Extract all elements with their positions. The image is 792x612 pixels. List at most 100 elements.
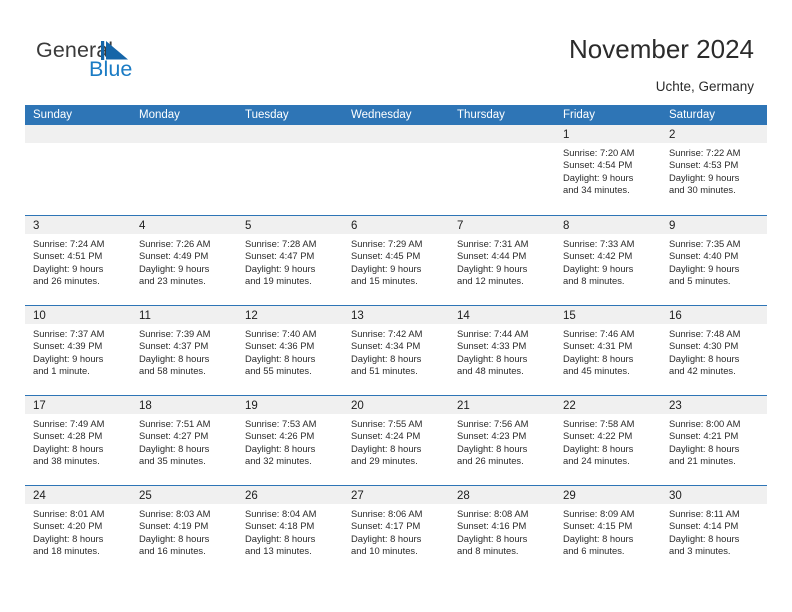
day-info-line: Daylight: 9 hours — [351, 262, 422, 274]
day-number: 17 — [33, 400, 46, 412]
calendar-day-cell[interactable]: 23 Sunrise: 8:00 AM Sunset: 4:21 PM Dayligh… — [661, 396, 767, 485]
calendar-day-cell[interactable]: 20 Sunrise: 7:55 AM Sunset: 4:24 PM Dayligh… — [343, 396, 449, 485]
day-number-strip: 14 — [449, 306, 555, 324]
day-info-line: Sunrise: 7:56 AM — [457, 418, 529, 429]
day-number-strip: 24 — [25, 486, 131, 504]
day-info-line: Sunset: 4:26 PM — [245, 430, 315, 442]
calendar-day-cell[interactable]: 29 Sunrise: 8:09 AM Sunset: 4:15 PM Dayligh… — [555, 486, 661, 575]
calendar-day-cell[interactable]: 19 Sunrise: 7:53 AM Sunset: 4:26 PM Dayligh… — [237, 396, 343, 485]
calendar-day-cell[interactable]: 11 Sunrise: 7:39 AM Sunset: 4:37 PM Dayligh… — [131, 306, 237, 395]
calendar-day-cell[interactable]: 13 Sunrise: 7:42 AM Sunset: 4:34 PM Dayligh… — [343, 306, 449, 395]
day-number-strip — [25, 125, 131, 143]
day-info-line: Sunset: 4:42 PM — [563, 250, 633, 262]
day-number-strip: 26 — [237, 486, 343, 504]
calendar-day-cell[interactable]: 24 Sunrise: 8:01 AM Sunset: 4:20 PM Dayligh… — [25, 486, 131, 575]
day-sun-info: Sunrise: 7:20 AM Sunset: 4:54 PM Daylight:… — [555, 143, 661, 197]
day-sun-info: Sunrise: 8:09 AM Sunset: 4:15 PM Daylight:… — [555, 504, 661, 558]
calendar-day-cell[interactable]: 26 Sunrise: 8:04 AM Sunset: 4:18 PM Dayligh… — [237, 486, 343, 575]
day-info-line: and 42 minutes. — [669, 365, 736, 377]
day-info-line: and 23 minutes. — [139, 275, 206, 287]
day-number-strip: 30 — [661, 486, 767, 504]
calendar-day-cell[interactable]: 25 Sunrise: 8:03 AM Sunset: 4:19 PM Dayligh… — [131, 486, 237, 575]
day-info-line: Sunrise: 7:58 AM — [563, 418, 635, 429]
day-info-line: Sunrise: 7:42 AM — [351, 328, 423, 339]
day-info-line: Sunrise: 8:06 AM — [351, 508, 423, 519]
calendar-day-cell[interactable]: 12 Sunrise: 7:40 AM Sunset: 4:36 PM Dayligh… — [237, 306, 343, 395]
day-number: 28 — [457, 490, 470, 502]
day-number-strip: 25 — [131, 486, 237, 504]
calendar-day-cell[interactable]: 3 Sunrise: 7:24 AM Sunset: 4:51 PM Daylight… — [25, 216, 131, 305]
day-info-line: Daylight: 8 hours — [351, 532, 422, 544]
day-info-line: Daylight: 8 hours — [457, 442, 528, 454]
day-info-line: Sunrise: 7:39 AM — [139, 328, 211, 339]
calendar-day-cell[interactable]: 21 Sunrise: 7:56 AM Sunset: 4:23 PM Dayligh… — [449, 396, 555, 485]
brand-logo[interactable]: General Blue — [36, 38, 236, 94]
day-info-line: Daylight: 8 hours — [669, 532, 740, 544]
calendar-day-cell[interactable]: 15 Sunrise: 7:46 AM Sunset: 4:31 PM Dayligh… — [555, 306, 661, 395]
calendar-day-cell[interactable]: 27 Sunrise: 8:06 AM Sunset: 4:17 PM Dayligh… — [343, 486, 449, 575]
day-info-line: Daylight: 9 hours — [457, 262, 528, 274]
day-sun-info — [131, 143, 237, 147]
day-sun-info: Sunrise: 7:51 AM Sunset: 4:27 PM Daylight:… — [131, 414, 237, 468]
calendar-day-cell[interactable]: 30 Sunrise: 8:11 AM Sunset: 4:14 PM Dayligh… — [661, 486, 767, 575]
day-info-line: Daylight: 9 hours — [563, 171, 634, 183]
day-info-line: Sunrise: 7:49 AM — [33, 418, 105, 429]
day-info-line: and 8 minutes. — [457, 545, 519, 557]
day-sun-info: Sunrise: 7:24 AM Sunset: 4:51 PM Daylight:… — [25, 234, 131, 288]
day-sun-info: Sunrise: 7:48 AM Sunset: 4:30 PM Daylight:… — [661, 324, 767, 378]
day-info-line: Sunset: 4:28 PM — [33, 430, 103, 442]
day-info-line: and 5 minutes. — [669, 275, 731, 287]
day-number-strip — [343, 125, 449, 143]
day-sun-info: Sunrise: 7:31 AM Sunset: 4:44 PM Daylight:… — [449, 234, 555, 288]
day-info-line: Sunrise: 7:33 AM — [563, 238, 635, 249]
day-info-line: Sunrise: 7:28 AM — [245, 238, 317, 249]
calendar-day-cell[interactable]: 22 Sunrise: 7:58 AM Sunset: 4:22 PM Dayligh… — [555, 396, 661, 485]
calendar-day-cell[interactable]: 1 Sunrise: 7:20 AM Sunset: 4:54 PM Daylight… — [555, 125, 661, 215]
calendar-day-cell[interactable]: 7 Sunrise: 7:31 AM Sunset: 4:44 PM Daylight… — [449, 216, 555, 305]
calendar-day-cell[interactable]: 4 Sunrise: 7:26 AM Sunset: 4:49 PM Daylight… — [131, 216, 237, 305]
day-info-line: Daylight: 8 hours — [563, 442, 634, 454]
day-number-strip: 22 — [555, 396, 661, 414]
day-number: 21 — [457, 400, 470, 412]
day-info-line: Daylight: 8 hours — [245, 442, 316, 454]
day-number: 7 — [457, 220, 464, 232]
day-number-strip: 21 — [449, 396, 555, 414]
day-number-strip: 16 — [661, 306, 767, 324]
day-sun-info: Sunrise: 7:37 AM Sunset: 4:39 PM Daylight:… — [25, 324, 131, 378]
day-info-line: Sunset: 4:34 PM — [351, 340, 421, 352]
day-sun-info: Sunrise: 8:06 AM Sunset: 4:17 PM Daylight:… — [343, 504, 449, 558]
day-info-line: Sunset: 4:53 PM — [669, 159, 739, 171]
calendar-day-cell[interactable]: 9 Sunrise: 7:35 AM Sunset: 4:40 PM Daylight… — [661, 216, 767, 305]
calendar-day-cell-empty — [237, 125, 343, 215]
day-number-strip — [131, 125, 237, 143]
day-number: 18 — [139, 400, 152, 412]
day-number: 30 — [669, 490, 682, 502]
day-sun-info: Sunrise: 8:01 AM Sunset: 4:20 PM Daylight:… — [25, 504, 131, 558]
calendar-day-cell[interactable]: 14 Sunrise: 7:44 AM Sunset: 4:33 PM Dayligh… — [449, 306, 555, 395]
day-info-line: Sunrise: 7:53 AM — [245, 418, 317, 429]
day-number-strip: 5 — [237, 216, 343, 234]
day-info-line: Sunrise: 7:20 AM — [563, 147, 635, 158]
calendar-day-cell[interactable]: 6 Sunrise: 7:29 AM Sunset: 4:45 PM Daylight… — [343, 216, 449, 305]
calendar-day-cell[interactable]: 5 Sunrise: 7:28 AM Sunset: 4:47 PM Daylight… — [237, 216, 343, 305]
day-info-line: Sunrise: 7:26 AM — [139, 238, 211, 249]
calendar-day-cell[interactable]: 28 Sunrise: 8:08 AM Sunset: 4:16 PM Dayligh… — [449, 486, 555, 575]
calendar-day-cell[interactable]: 8 Sunrise: 7:33 AM Sunset: 4:42 PM Daylight… — [555, 216, 661, 305]
calendar-day-cell[interactable]: 16 Sunrise: 7:48 AM Sunset: 4:30 PM Dayligh… — [661, 306, 767, 395]
day-info-line: Daylight: 8 hours — [563, 352, 634, 364]
day-info-line: Sunrise: 8:08 AM — [457, 508, 529, 519]
day-info-line: Daylight: 8 hours — [139, 352, 210, 364]
day-number-strip: 1 — [555, 125, 661, 143]
calendar-day-cell[interactable]: 18 Sunrise: 7:51 AM Sunset: 4:27 PM Dayligh… — [131, 396, 237, 485]
weekday-header-wednesday: Wednesday — [351, 109, 412, 121]
day-info-line: and 29 minutes. — [351, 455, 418, 467]
day-number-strip: 20 — [343, 396, 449, 414]
calendar-day-cell[interactable]: 2 Sunrise: 7:22 AM Sunset: 4:53 PM Daylight… — [661, 125, 767, 215]
calendar-day-cell[interactable]: 17 Sunrise: 7:49 AM Sunset: 4:28 PM Dayligh… — [25, 396, 131, 485]
day-info-line: Daylight: 9 hours — [139, 262, 210, 274]
day-info-line: Sunrise: 8:11 AM — [669, 508, 740, 519]
day-info-line: Sunrise: 7:48 AM — [669, 328, 741, 339]
day-info-line: Daylight: 8 hours — [669, 352, 740, 364]
calendar-day-cell[interactable]: 10 Sunrise: 7:37 AM Sunset: 4:39 PM Dayligh… — [25, 306, 131, 395]
day-info-line: Sunset: 4:36 PM — [245, 340, 315, 352]
